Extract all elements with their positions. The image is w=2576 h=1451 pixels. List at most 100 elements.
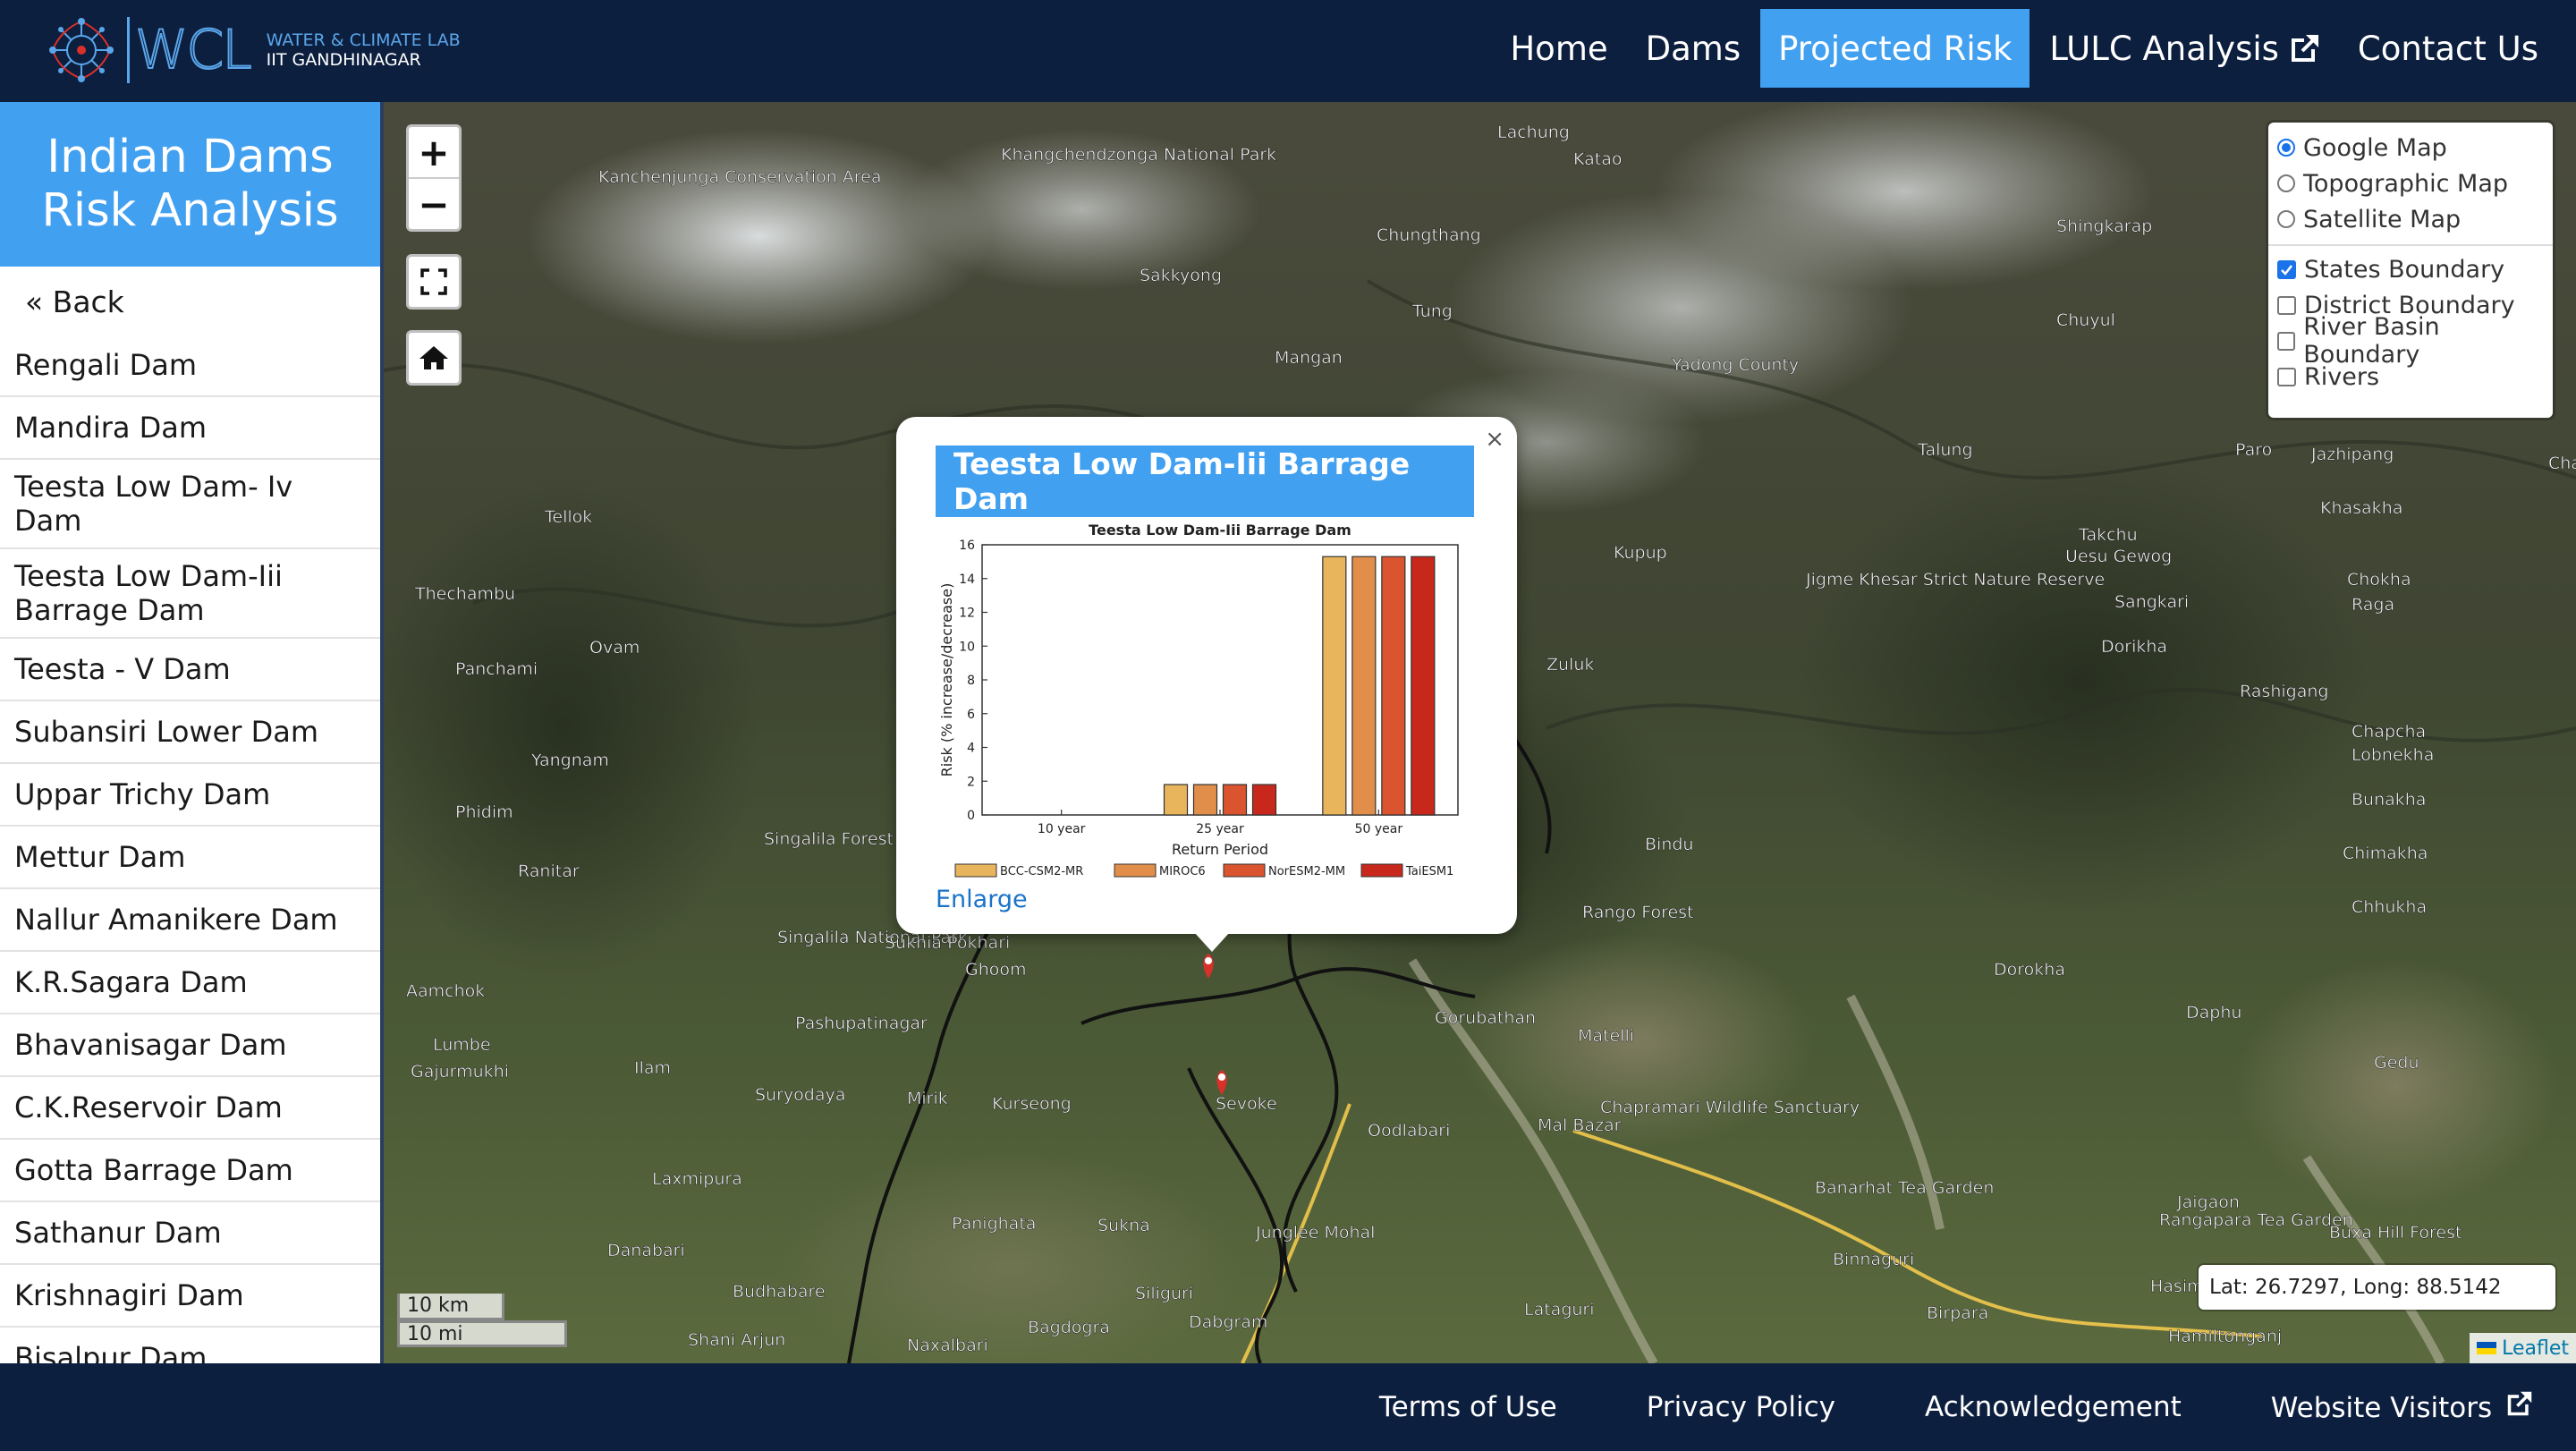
attribution-label[interactable]: Leaflet [2502,1337,2569,1360]
popup-close-button[interactable]: × [1485,426,1504,453]
place-label: Yangnam [530,751,609,770]
place-label: Jazhipang [2310,445,2394,464]
radio-google[interactable] [2277,139,2295,157]
checkbox-states-boundary[interactable] [2277,259,2296,279]
place-label: Rashigang [2240,682,2328,701]
dam-item[interactable]: Teesta - V Dam [0,639,380,701]
place-label: Lobnekha [2351,745,2434,765]
dam-item[interactable]: Rengali Dam [0,335,380,397]
chart-title: Teesta Low Dam-Iii Barrage Dam [1089,522,1352,539]
place-label: Ilam [634,1058,671,1078]
place-label: Bagdogra [1028,1318,1110,1337]
place-label: Zuluk [1546,655,1594,675]
radio-topographic[interactable] [2277,174,2295,192]
dam-item[interactable]: Mettur Dam [0,827,380,889]
y-tick-label: 2 [967,775,975,789]
radio-satellite[interactable] [2277,210,2295,228]
nav-lulc-label: LULC Analysis [2049,29,2279,68]
y-tick-label: 14 [959,573,975,587]
overlay-states-boundary[interactable]: States Boundary [2268,251,2553,287]
basemap-google[interactable]: Google Map [2268,130,2553,165]
place-label: Dorikha [2101,637,2167,657]
home-icon [419,346,448,369]
place-label: Ghoom [965,960,1027,980]
footer-website-visitors[interactable]: Website Visitors [2271,1390,2533,1424]
place-label: Khangchendzonga National Park [1001,145,1276,165]
risk-bar-chart: Teesta Low Dam-Iii Barrage Dam 0 2 4 6 8 10 12 1… [938,522,1459,878]
zoom-out-button[interactable]: − [409,177,459,229]
dam-item[interactable]: Nallur Amanikere Dam [0,889,380,952]
main-nav: Home Dams Projected Risk LULC Analysis C… [1490,9,2556,88]
sidebar-title: Indian Dams Risk Analysis [0,102,380,267]
place-label: Bunakha [2351,790,2426,810]
x-tick-label: 50 year [1355,822,1403,836]
place-label: Mal Bazar [1538,1116,1622,1135]
place-label: Chapcha [2351,722,2426,742]
place-label: Hamiltonganj [2168,1327,2282,1346]
nav-projected-risk[interactable]: Projected Risk [1760,9,2030,88]
dam-item[interactable]: K.R.Sagara Dam [0,952,380,1014]
dam-item[interactable]: Subansiri Lower Dam [0,701,380,764]
dam-popup: × Teesta Low Dam-Iii Barrage Dam Teesta … [896,417,1517,934]
place-label: Dorokha [1994,960,2065,980]
basemap-satellite[interactable]: Satellite Map [2268,201,2553,237]
dam-item[interactable]: Sathanur Dam [0,1202,380,1265]
place-label: Rangapara Tea Garden [2159,1210,2353,1230]
fullscreen-button[interactable] [406,254,462,310]
dam-item[interactable]: Teesta Low Dam-Iii Barrage Dam [0,549,380,639]
dam-item[interactable]: Bhavanisagar Dam [0,1014,380,1077]
y-tick-label: 0 [967,809,975,823]
nav-dams[interactable]: Dams [1628,9,1758,88]
dam-item[interactable]: Uppar Trichy Dam [0,764,380,827]
legend-swatch [1360,863,1403,878]
footer-links: Terms of Use Privacy Policy Acknowledgem… [1290,1363,2533,1451]
nav-contact-us[interactable]: Contact Us [2340,9,2556,88]
footer-privacy[interactable]: Privacy Policy [1647,1391,1835,1423]
place-label: Rango Forest [1582,903,1694,922]
dam-item[interactable]: Gotta Barrage Dam [0,1140,380,1202]
legend-swatch [1114,863,1157,878]
dam-item[interactable]: Bisalpur Dam [0,1328,380,1363]
place-label: Talung [1917,440,1973,460]
checkbox-rivers[interactable] [2277,367,2296,386]
home-view-button[interactable] [406,330,462,386]
place-label: Raga [2351,595,2394,615]
place-label: Panchami [455,659,538,679]
map-view[interactable]: Kanchenjunga Conservation Area Khangchen… [384,102,2576,1363]
dam-item[interactable]: Teesta Low Dam- Iv Dam [0,460,380,549]
y-tick-label: 16 [959,539,975,553]
logo-text: WATER & CLIMATE LAB IIT GANDHINAGAR [267,30,461,70]
place-label: Sangkari [2114,592,2189,612]
dam-item[interactable]: Krishnagiri Dam [0,1265,380,1328]
dam-item[interactable]: C.K.Reservoir Dam [0,1077,380,1140]
place-label: Takchu [2078,525,2138,545]
popup-tip [1194,932,1230,952]
checkmark-icon [2281,264,2292,276]
place-label: Chhukha [2351,897,2427,917]
footer-terms[interactable]: Terms of Use [1379,1391,1557,1423]
logo-line2: IIT GANDHINAGAR [266,50,421,70]
dam-item[interactable]: Mandira Dam [0,397,380,460]
leaflet-attribution[interactable]: Leaflet [2470,1333,2576,1363]
sidebar-title-line1: Indian Dams [47,131,334,183]
checkbox-district-boundary[interactable] [2277,295,2296,315]
overlay-river-basin-boundary[interactable]: River Basin Boundary [2268,313,2553,369]
footer-acknowledgement[interactable]: Acknowledgement [1925,1391,2182,1423]
bar [1322,556,1347,816]
place-label: Danabari [607,1241,685,1260]
legend-label: NorESM2-MM [1268,865,1345,878]
nav-home[interactable]: Home [1492,9,1625,88]
zoom-in-button[interactable]: + [409,127,459,177]
wcl-logo[interactable]: WCL WATER & CLIMATE LAB IIT GANDHINAGAR [43,13,461,88]
enlarge-link[interactable]: Enlarge [936,886,1028,913]
back-link[interactable]: « Back [0,267,380,335]
place-label: Shingkarap [2056,216,2152,236]
nav-lulc-analysis[interactable]: LULC Analysis [2031,9,2338,88]
checkbox-river-basin-boundary[interactable] [2277,331,2296,351]
place-label: Jigme Khesar Strict Nature Reserve [1805,570,2105,590]
place-label: Matelli [1578,1026,1634,1046]
external-link-icon [2291,35,2318,62]
basemap-topographic[interactable]: Topographic Map [2268,165,2553,201]
place-label: Lumbe [433,1035,491,1055]
bar [1411,556,1436,816]
